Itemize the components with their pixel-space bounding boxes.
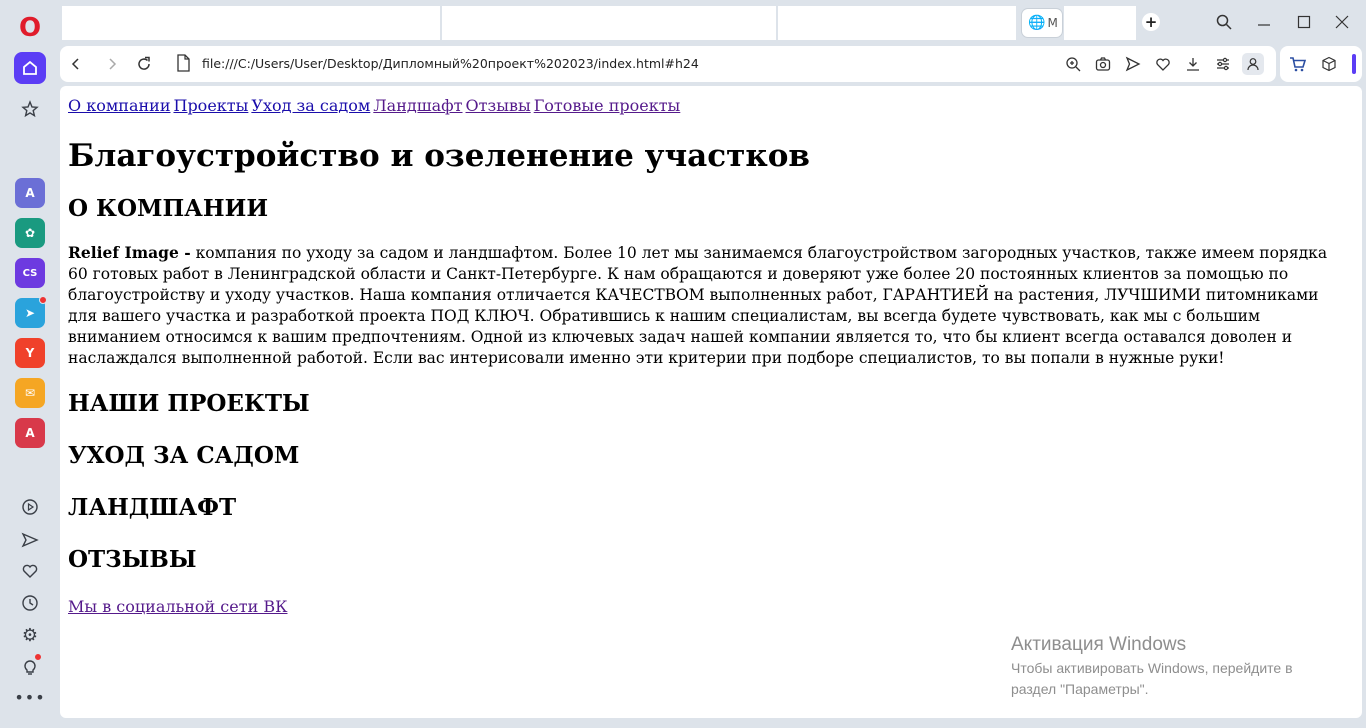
nav-link-garden[interactable]: Уход за садом: [251, 96, 370, 115]
opera-logo-icon[interactable]: O: [14, 12, 46, 44]
url-field[interactable]: file:///C:/Users/User/Desktop/Дипломный%…: [202, 56, 699, 71]
watermark-line-1: Чтобы активировать Windows, перейдите в: [1011, 660, 1293, 676]
page-content: О компании Проекты Уход за садом Ландшафт От…: [68, 94, 1354, 616]
send-icon[interactable]: [1122, 53, 1144, 75]
sidebar: O A ✿ CS ➤ Y ✉ A ⚙ •••: [0, 0, 58, 728]
more-icon[interactable]: •••: [14, 681, 46, 713]
heart-icon[interactable]: [14, 555, 46, 587]
minimize-icon[interactable]: [1252, 10, 1276, 34]
heart-icon[interactable]: [1152, 53, 1174, 75]
camera-icon[interactable]: [1092, 53, 1114, 75]
download-icon[interactable]: [1182, 53, 1204, 75]
watermark-title: Активация Windows: [1011, 634, 1187, 655]
home-icon[interactable]: [14, 52, 46, 84]
telegram-icon[interactable]: ➤: [15, 296, 47, 328]
chatgpt-icon[interactable]: ✿: [15, 218, 45, 248]
chatsonic-icon[interactable]: CS: [15, 258, 45, 288]
cart-icon[interactable]: [1286, 53, 1308, 75]
company-description-text: компания по уходу за садом и ландшафтом.…: [68, 244, 1328, 367]
reload-icon[interactable]: [132, 52, 156, 76]
section-projects-heading: НАШИ ПРОЕКТЫ: [68, 390, 310, 417]
tab-active-label: M: [1047, 16, 1058, 30]
page-icon: [176, 54, 190, 72]
history-icon[interactable]: [14, 587, 46, 619]
globe-icon: 🌐: [1028, 15, 1046, 31]
forward-icon[interactable]: [100, 52, 124, 76]
sidebar-accent: [1352, 54, 1356, 74]
aria-icon[interactable]: A: [15, 178, 45, 208]
nav-link-projects[interactable]: Проекты: [173, 96, 248, 115]
watermark-line-2: раздел "Параметры".: [1011, 681, 1149, 697]
new-tab-button[interactable]: +: [1142, 13, 1160, 31]
top-navigation: О компании Проекты Уход за садом Ландшафт От…: [68, 94, 1354, 118]
nav-link-landscape[interactable]: Ландшафт: [373, 96, 462, 115]
yandex-icon[interactable]: Y: [15, 338, 45, 368]
nav-link-ready-projects[interactable]: Готовые проекты: [534, 96, 681, 115]
close-icon[interactable]: [1330, 10, 1354, 34]
page-title: Благоустройство и озеленение участков: [68, 138, 810, 174]
tab-2[interactable]: [442, 6, 776, 40]
zoom-icon[interactable]: [1062, 53, 1084, 75]
star-icon[interactable]: [14, 93, 46, 125]
tips-icon[interactable]: [14, 651, 46, 683]
windows-activation-watermark: Активация Windows Чтобы активировать Win…: [1011, 632, 1293, 700]
tab-active[interactable]: 🌐 M: [1022, 9, 1062, 37]
tab-3[interactable]: [778, 6, 1016, 40]
tab-1[interactable]: [62, 6, 440, 40]
tab-strip: 🌐 M +: [58, 0, 1366, 44]
player-icon[interactable]: [14, 491, 46, 523]
translate-icon[interactable]: A: [15, 418, 45, 448]
section-landscape-heading: ЛАНДШАФТ: [68, 494, 237, 521]
company-description: Relief Image - компания по уходу за садо…: [68, 242, 1350, 369]
page-viewport: О компании Проекты Уход за садом Ландшафт От…: [60, 86, 1362, 718]
brand-name: Relief Image -: [68, 243, 191, 262]
send-icon[interactable]: [14, 524, 46, 556]
section-company-heading: О КОМПАНИИ: [68, 195, 269, 222]
search-tabs-icon[interactable]: [1212, 10, 1236, 34]
tab-5[interactable]: [1064, 6, 1136, 40]
settings-icon[interactable]: ⚙: [14, 619, 46, 651]
nav-link-company[interactable]: О компании: [68, 96, 170, 115]
mail-icon[interactable]: ✉: [15, 378, 45, 408]
box-icon[interactable]: [1318, 53, 1340, 75]
profile-icon[interactable]: [1242, 53, 1264, 75]
maximize-icon[interactable]: [1292, 10, 1316, 34]
vk-social-link[interactable]: Мы в социальной сети ВК: [68, 597, 287, 616]
section-reviews-heading: ОТЗЫВЫ: [68, 546, 197, 573]
easy-setup-icon[interactable]: [1212, 53, 1234, 75]
section-garden-heading: УХОД ЗА САДОМ: [68, 442, 300, 469]
extensions-bar: [1280, 46, 1362, 82]
nav-link-reviews[interactable]: Отзывы: [466, 96, 531, 115]
back-icon[interactable]: [64, 52, 88, 76]
address-bar: file:///C:/Users/User/Desktop/Дипломный%…: [60, 46, 1276, 82]
